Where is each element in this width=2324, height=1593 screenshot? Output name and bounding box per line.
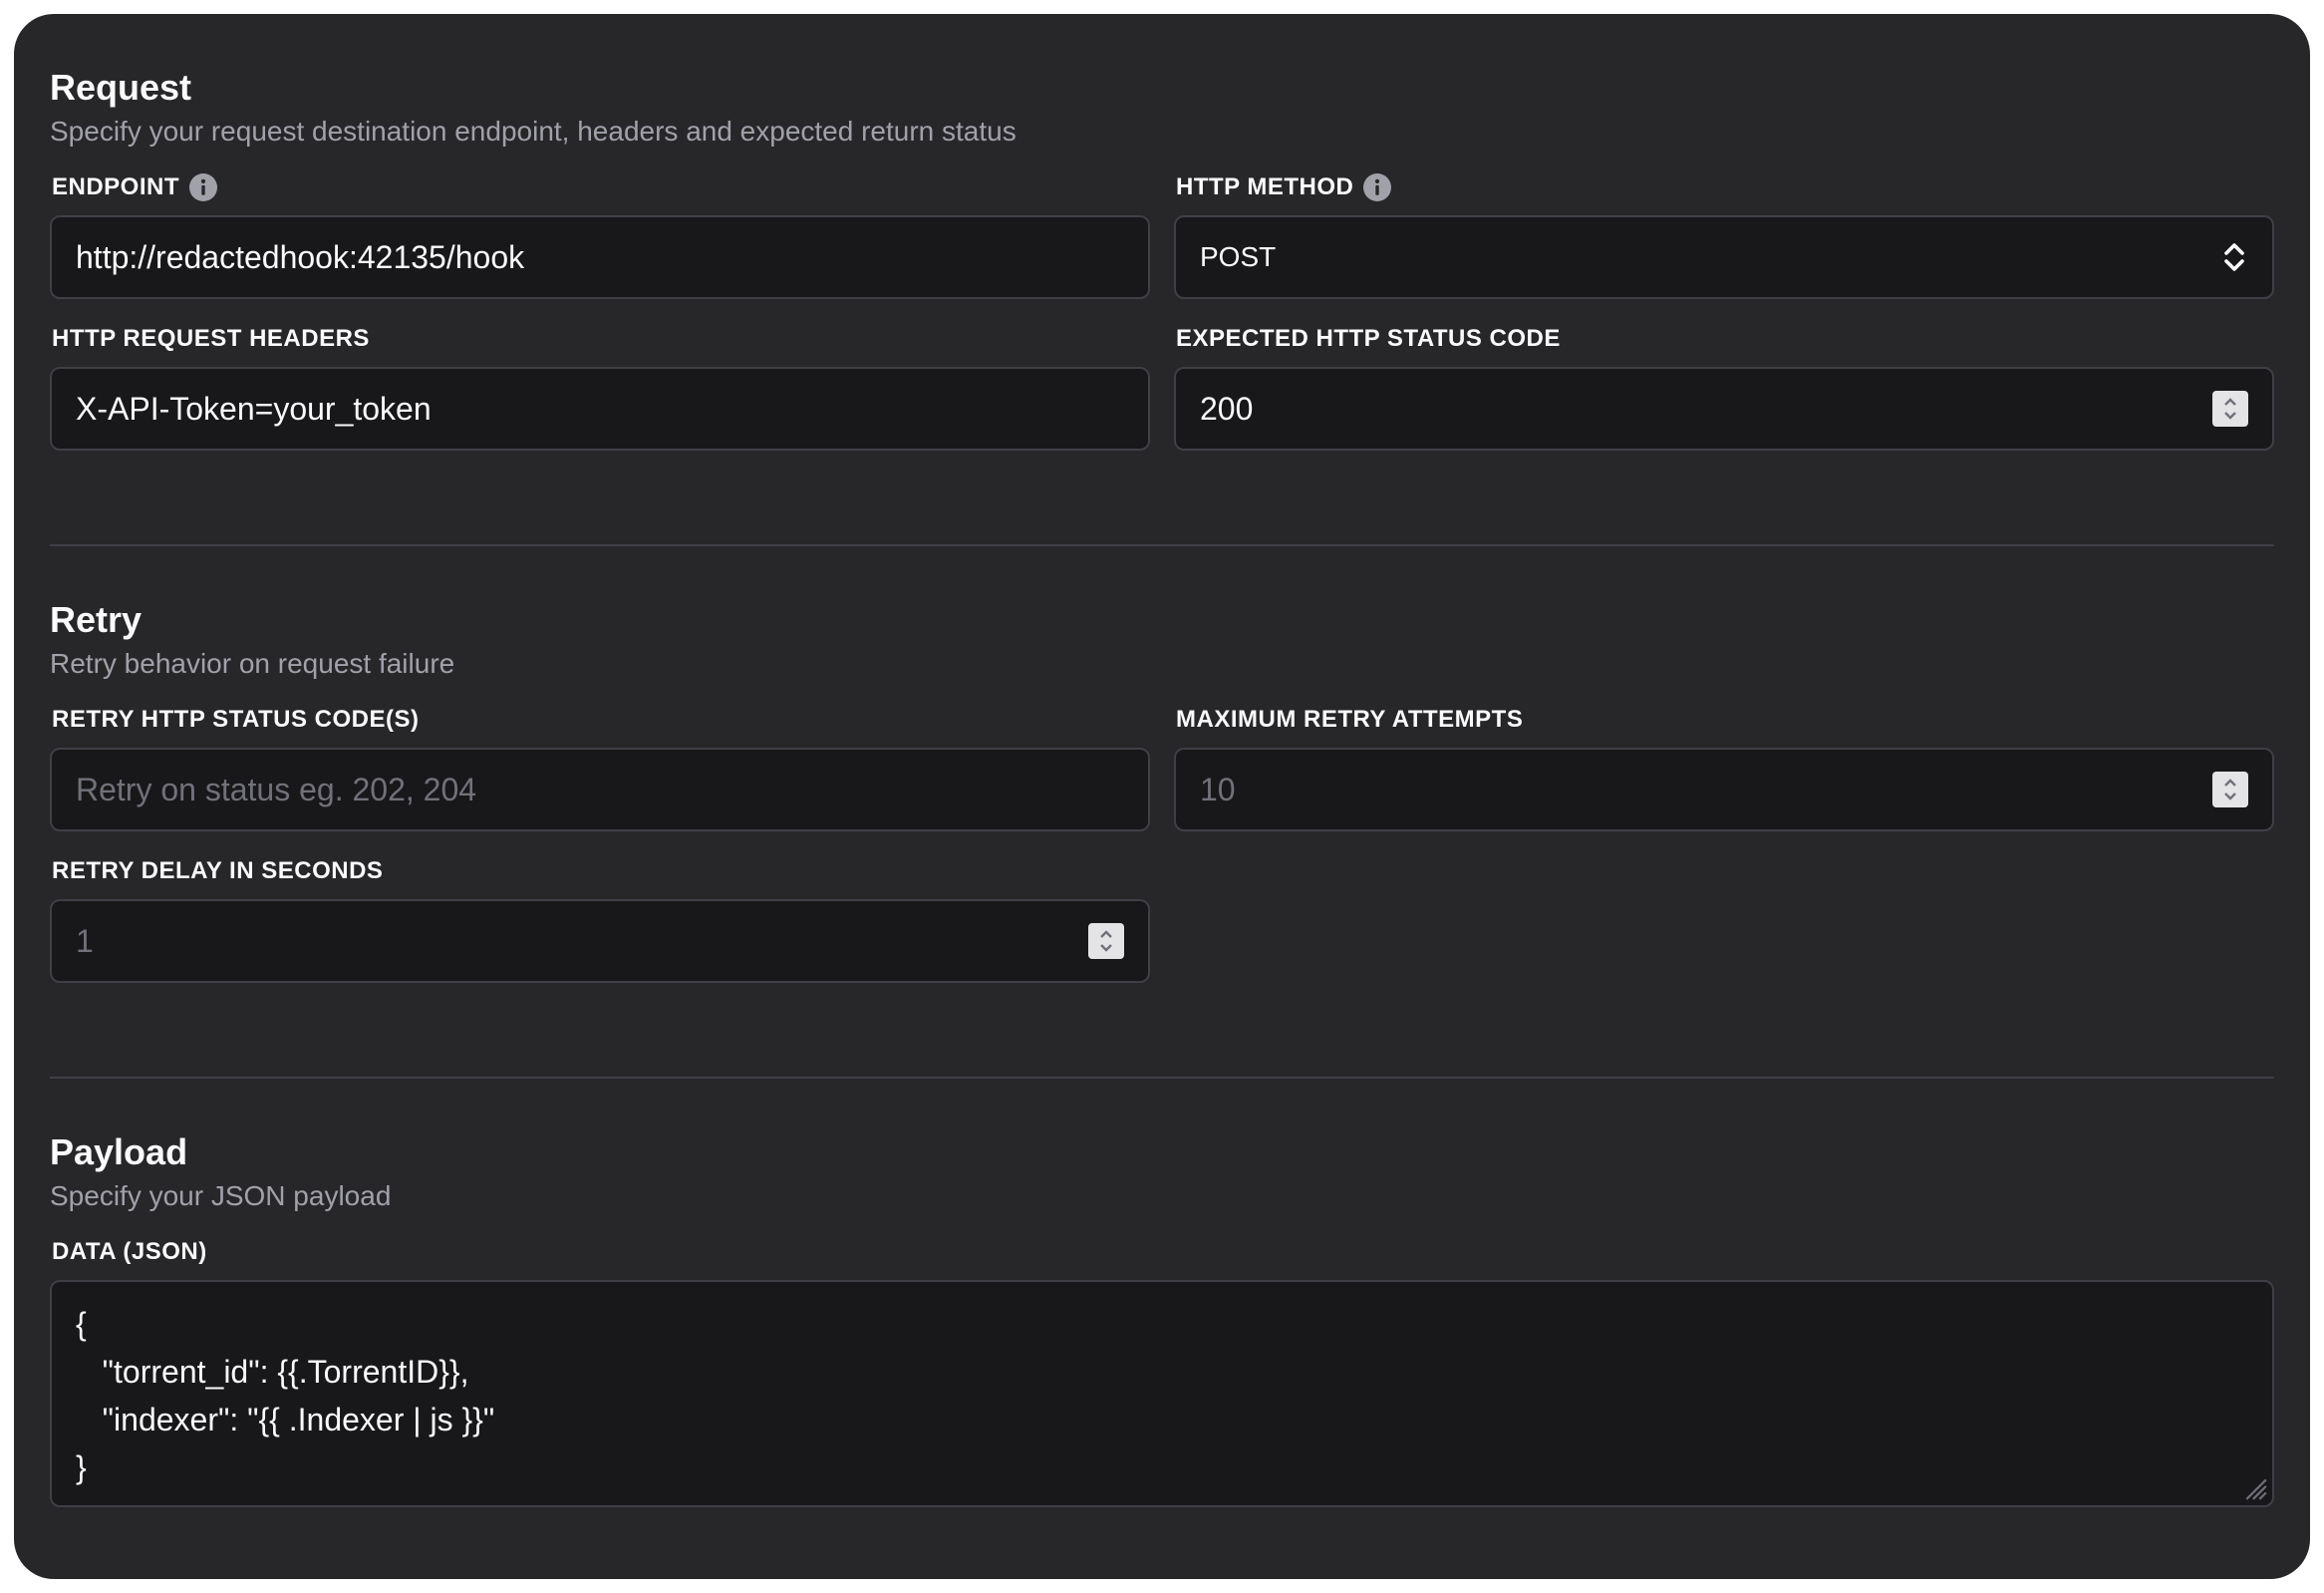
json-line: { [76,1306,87,1342]
payload-section-subtitle: Specify your JSON payload [50,1180,392,1211]
retry-delay-field: RETRY DELAY IN SECONDS 1 [50,853,1150,983]
request-section-subtitle: Specify your request destination endpoin… [50,116,1017,147]
request-headers-input[interactable]: X-API-Token=your_token [50,367,1150,451]
endpoint-label: ENDPOINT [50,169,1150,205]
payload-section: Payload Specify your JSON payload DATA (… [50,1128,2274,1507]
endpoint-value: http://redactedhook:42135/hook [76,238,525,275]
info-icon[interactable] [1363,173,1392,201]
json-line: "indexer": "{{ .Indexer | js }}" [76,1402,495,1437]
http-method-select[interactable]: POST [1174,215,2274,299]
json-line: "torrent_id": {{.TorrentID}}, [76,1354,469,1390]
chevron-up-down-icon [2224,243,2244,271]
http-method-label-text: HTTP METHOD [1176,173,1354,200]
retry-section-title: Retry [50,599,143,640]
request-section-title: Request [50,67,192,108]
http-method-label: HTTP METHOD [1174,169,2274,205]
section-divider [50,1077,2274,1079]
expected-status-field: EXPECTED HTTP STATUS CODE 200 [1174,321,2274,451]
max-retry-attempts-placeholder: 10 [1200,771,1236,807]
request-headers-field: HTTP REQUEST HEADERS X-API-Token=your_to… [50,321,1150,451]
json-data-label: DATA (JSON) [52,1238,207,1265]
retry-delay-input[interactable]: 1 [50,899,1150,983]
number-spinner-icon[interactable] [1088,923,1124,959]
retry-delay-label: RETRY DELAY IN SECONDS [52,857,384,884]
retry-codes-placeholder: Retry on status eg. 202, 204 [76,771,477,807]
endpoint-input[interactable]: http://redactedhook:42135/hook [50,215,1150,299]
expected-status-value: 200 [1200,390,1254,427]
endpoint-field: ENDPOINT http://redactedhook:42135/hook [50,169,1150,299]
json-data-field: DATA (JSON) { "torrent_id": {{.TorrentID… [50,1234,2274,1507]
retry-codes-input[interactable]: Retry on status eg. 202, 204 [50,748,1150,831]
resize-handle-icon[interactable] [2242,1475,2268,1501]
expected-status-input[interactable]: 200 [1174,367,2274,451]
info-icon[interactable] [189,173,218,201]
request-headers-value: X-API-Token=your_token [76,390,432,427]
request-section: Request Specify your request destination… [50,64,2274,451]
retry-codes-field: RETRY HTTP STATUS CODE(S) Retry on statu… [50,702,1150,831]
retry-delay-placeholder: 1 [76,922,94,959]
max-retry-attempts-label: MAXIMUM RETRY ATTEMPTS [1176,706,1524,733]
webhook-settings-card: Request Specify your request destination… [14,14,2310,1579]
request-headers-label: HTTP REQUEST HEADERS [52,325,370,352]
retry-section-subtitle: Retry behavior on request failure [50,648,455,679]
section-divider [50,544,2274,546]
max-retry-attempts-input[interactable]: 10 [1174,748,2274,831]
http-method-field: HTTP METHOD POST [1174,169,2274,299]
http-method-value: POST [1200,241,1277,272]
number-spinner-icon[interactable] [2212,391,2248,427]
payload-section-title: Payload [50,1131,188,1172]
retry-codes-label: RETRY HTTP STATUS CODE(S) [52,706,420,733]
max-retry-attempts-field: MAXIMUM RETRY ATTEMPTS 10 [1174,702,2274,831]
json-line: } [76,1449,87,1485]
endpoint-label-text: ENDPOINT [52,173,180,200]
number-spinner-icon[interactable] [2212,772,2248,807]
expected-status-label: EXPECTED HTTP STATUS CODE [1176,325,1561,352]
retry-section: Retry Retry behavior on request failure … [50,596,2274,983]
json-data-textarea[interactable]: { "torrent_id": {{.TorrentID}}, "indexer… [50,1280,2274,1507]
